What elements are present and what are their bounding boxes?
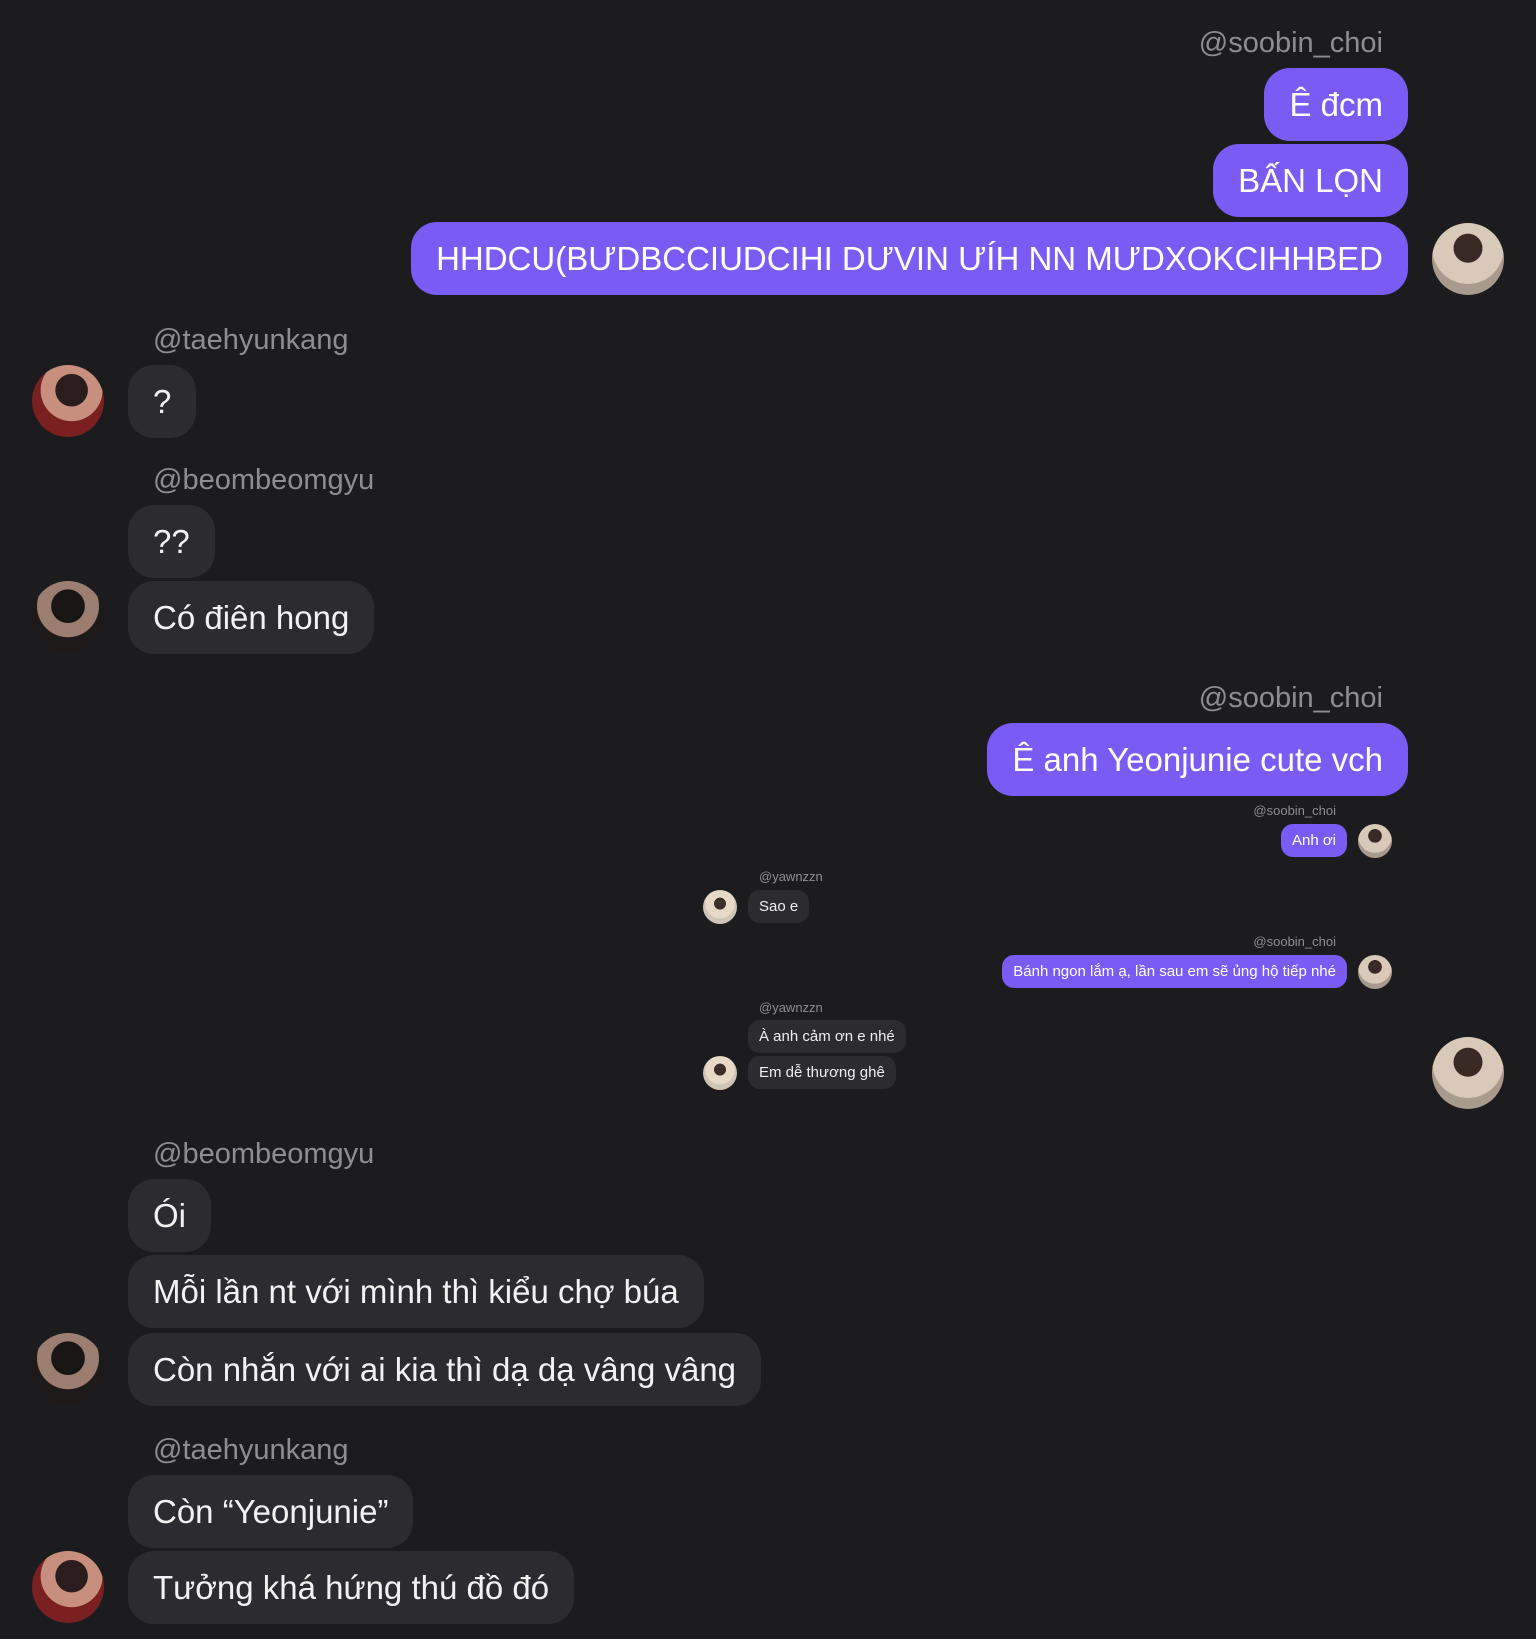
embedded-sender-name: @yawnzzn xyxy=(759,869,823,884)
message-bubble[interactable]: HHDCU(BƯDBCCIUDCIHI DƯVIN ƯÍH NN MƯDXOKC… xyxy=(411,222,1408,295)
embedded-message-bubble: Sao e xyxy=(748,890,810,923)
sender-name: @beombeomgyu xyxy=(153,464,375,496)
embedded-sender-name: @yawnzzn xyxy=(759,1000,823,1015)
avatar[interactable] xyxy=(1432,223,1504,295)
avatar[interactable] xyxy=(1432,1037,1504,1109)
sender-name: @beombeomgyu xyxy=(153,1138,375,1170)
message-bubble[interactable]: Tưởng khá hứng thú đồ đó xyxy=(128,1551,575,1624)
embedded-message-bubble: Bánh ngon lắm ạ, lần sau em sẽ ủng hộ ti… xyxy=(1002,955,1347,988)
message-bubble[interactable]: ?? xyxy=(128,505,215,578)
embedded-avatar xyxy=(703,1056,737,1090)
message-bubble[interactable]: Ê anh Yeonjunie cute vch xyxy=(987,723,1408,796)
embedded-sender-name: @soobin_choi xyxy=(1253,803,1336,818)
sender-name: @soobin_choi xyxy=(1198,682,1383,714)
avatar[interactable] xyxy=(32,1333,104,1405)
chat-screen: @soobin_choi Ê đcm BẤN LỌN HHDCU(BƯDBCCI… xyxy=(0,0,1536,1639)
message-bubble[interactable]: Ói xyxy=(128,1179,211,1252)
avatar[interactable] xyxy=(32,1551,104,1623)
sender-name: @taehyunkang xyxy=(153,1434,349,1466)
sender-name: @taehyunkang xyxy=(153,324,349,356)
sender-name: @soobin_choi xyxy=(1198,27,1383,59)
embedded-avatar xyxy=(1358,955,1392,989)
embedded-sender-name: @soobin_choi xyxy=(1253,934,1336,949)
embedded-message-bubble: Anh ơi xyxy=(1280,824,1347,857)
message-bubble[interactable]: Mỗi lần nt với mình thì kiểu chợ búa xyxy=(128,1255,704,1328)
message-bubble[interactable]: ? xyxy=(128,365,197,438)
message-bubble[interactable]: Còn “Yeonjunie” xyxy=(128,1475,414,1548)
avatar[interactable] xyxy=(32,581,104,653)
embedded-avatar xyxy=(703,890,737,924)
avatar[interactable] xyxy=(32,365,104,437)
embedded-avatar xyxy=(1358,824,1392,858)
message-bubble[interactable]: BẤN LỌN xyxy=(1213,144,1408,217)
message-bubble[interactable]: Có điên hong xyxy=(128,581,375,654)
embedded-message-bubble: À anh cảm ơn e nhé xyxy=(748,1020,906,1053)
embedded-message-bubble: Em dễ thương ghê xyxy=(748,1056,896,1089)
message-bubble[interactable]: Ê đcm xyxy=(1264,68,1408,141)
message-bubble[interactable]: Còn nhắn với ai kia thì dạ dạ vâng vâng xyxy=(128,1333,762,1406)
